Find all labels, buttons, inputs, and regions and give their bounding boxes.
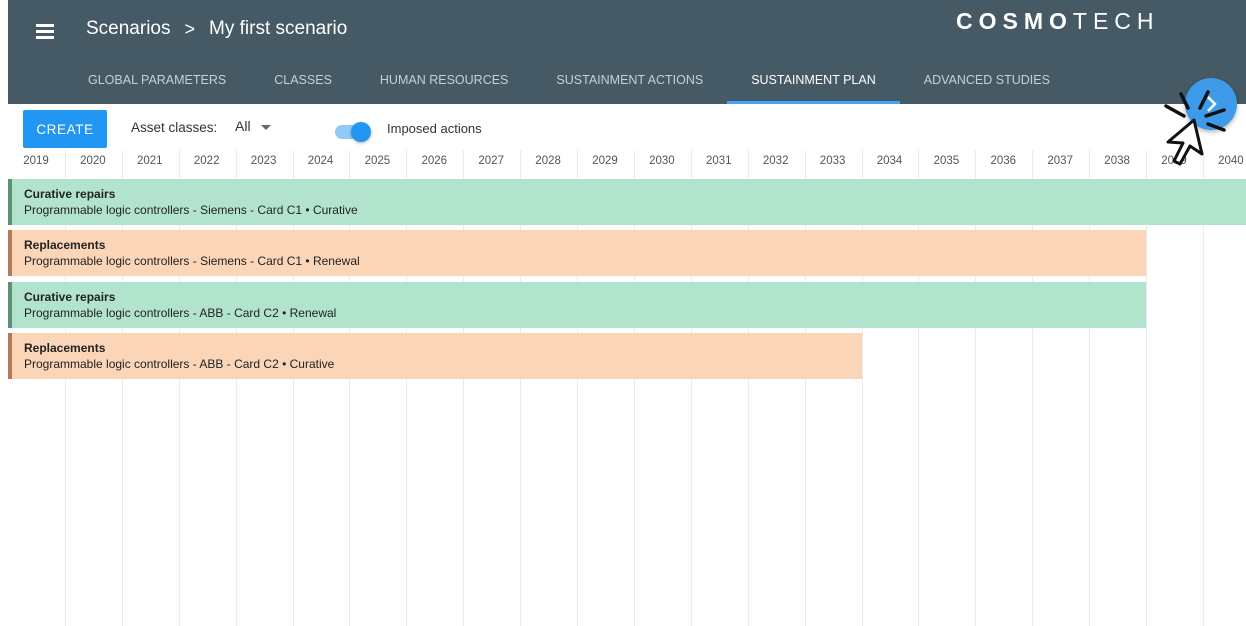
action-title: Replacements: [24, 340, 106, 355]
year-label: 2019: [23, 155, 49, 167]
toolbar: CREATE Asset classes: All Imposed action…: [0, 104, 1246, 150]
year-label: 2026: [421, 155, 448, 167]
year-label: 2030: [649, 155, 675, 167]
tab-classes[interactable]: CLASSES: [250, 58, 356, 104]
year-label: 2035: [933, 155, 960, 167]
year-label: 2025: [364, 155, 391, 167]
year-label: 2023: [250, 155, 277, 167]
action-title: Replacements: [24, 238, 106, 253]
year-label: 2029: [592, 155, 618, 167]
year-label: 2037: [1047, 155, 1073, 167]
action-detail: Programmable logic controllers - ABB - C…: [24, 305, 337, 320]
action-bar[interactable]: Replacements Programmable logic controlle…: [8, 332, 862, 379]
action-detail: Programmable logic controllers - Siemens…: [24, 254, 360, 269]
action-bar[interactable]: Replacements Programmable logic controlle…: [8, 230, 1146, 277]
year-label: 2033: [819, 155, 846, 167]
year-header: 2019 2020 2021 2022 2023 2024 2025 2026 2027 2028…: [8, 150, 1246, 176]
breadcrumb-separator: >: [184, 18, 196, 39]
breadcrumb-current: My first scenario: [209, 18, 348, 39]
action-detail: Programmable logic controllers - Siemens…: [24, 203, 358, 217]
app-bar: Scenarios > My first scenario COSMOTECH …: [8, 0, 1246, 104]
toggle-thumb: [351, 122, 371, 142]
logo-bold-text: COSMO: [956, 8, 1073, 34]
year-label: 2034: [876, 155, 903, 167]
tab-global-parameters[interactable]: GLOBAL PARAMETERS: [64, 58, 250, 104]
menu-icon[interactable]: [32, 18, 58, 44]
asset-classes-select[interactable]: All: [235, 118, 271, 134]
year-label: 2031: [706, 155, 732, 167]
breadcrumb: Scenarios > My first scenario: [86, 18, 347, 40]
tab-sustainment-plan[interactable]: SUSTAINMENT PLAN: [727, 58, 900, 104]
year-label: 2020: [80, 155, 106, 167]
action-title: Curative repairs: [24, 289, 116, 304]
action-title: Curative repairs: [24, 187, 116, 201]
year-label: 2027: [478, 155, 504, 167]
breadcrumb-root[interactable]: Scenarios: [86, 18, 171, 40]
chevron-down-icon: [260, 124, 271, 130]
year-label: 2024: [307, 155, 334, 167]
cosmotech-logo: COSMOTECH: [956, 8, 1160, 35]
click-pointer-icon: [1164, 90, 1226, 166]
logo-light-text: TECH: [1072, 8, 1160, 34]
timeline-grid: 2019 2020 2021 2022 2023 2024 2025 2026 2027 2028…: [8, 150, 1246, 626]
asset-classes-value: All: [235, 118, 251, 134]
action-detail: Programmable logic controllers - ABB - C…: [24, 356, 335, 371]
create-button[interactable]: CREATE: [23, 110, 107, 148]
action-bar[interactable]: Curative repairs Programmable logic contr…: [8, 179, 1246, 225]
tab-advanced-studies[interactable]: ADVANCED STUDIES: [900, 58, 1074, 104]
tab-human-resources[interactable]: HUMAN RESOURCES: [356, 58, 533, 104]
tab-bar: GLOBAL PARAMETERS CLASSES HUMAN RESOURCE…: [64, 58, 1074, 104]
year-label: 2022: [193, 155, 220, 167]
year-label: 2036: [990, 155, 1017, 167]
action-bar[interactable]: Curative repairs Programmable logic contr…: [8, 281, 1146, 328]
year-label: 2038: [1104, 155, 1130, 167]
year-label: 2032: [762, 155, 789, 167]
year-label: 2021: [137, 155, 163, 167]
imposed-actions-toggle[interactable]: [335, 121, 371, 143]
year-label: 2028: [535, 155, 561, 167]
asset-classes-label: Asset classes:: [131, 120, 218, 135]
imposed-actions-label: Imposed actions: [387, 121, 482, 136]
tab-sustainment-actions[interactable]: SUSTAINMENT ACTIONS: [532, 58, 727, 104]
